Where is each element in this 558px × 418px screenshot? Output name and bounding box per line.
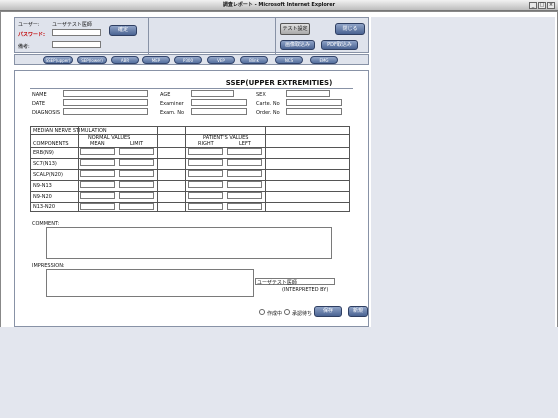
left-input[interactable] xyxy=(227,203,262,210)
impression-textarea[interactable] xyxy=(46,269,254,297)
window-titlebar: 調査レポート - Microsoft Internet Explorer _ □… xyxy=(0,0,558,11)
bottom-background xyxy=(0,327,558,418)
pdf-import-button[interactable]: PDF取込み xyxy=(321,40,358,50)
left-input[interactable] xyxy=(227,181,262,188)
carte-label: Carte. No xyxy=(256,101,280,107)
mean-input[interactable] xyxy=(80,203,115,210)
maximize-icon[interactable]: □ xyxy=(538,2,546,9)
tab-sep-lower[interactable]: SEP(lower) xyxy=(77,56,107,64)
close-button[interactable]: 閉じる xyxy=(335,23,365,35)
header-panel: ユーザー: ユーザテスト医師 パスワード: 備考: 確定 テスト設定 閉じる 画… xyxy=(14,17,369,54)
remark-input[interactable] xyxy=(52,41,101,48)
password-input[interactable] xyxy=(52,29,101,36)
remark-label: 備考: xyxy=(18,44,30,50)
tab-emg[interactable]: EMG xyxy=(310,56,338,64)
table-col-rule xyxy=(157,127,158,211)
limit-input[interactable] xyxy=(119,192,154,199)
header-divider xyxy=(275,18,276,54)
status-in-progress-radio[interactable] xyxy=(259,309,265,315)
mean-input[interactable] xyxy=(80,192,115,199)
left-input[interactable] xyxy=(227,192,262,199)
sex-input[interactable] xyxy=(286,90,330,97)
tab-abr[interactable]: ABR xyxy=(111,56,139,64)
new-button[interactable]: 新規 xyxy=(348,306,368,317)
tab-vep[interactable]: VEP xyxy=(207,56,235,64)
age-label: AGE xyxy=(160,92,171,98)
tab-ncs[interactable]: NCS xyxy=(275,56,303,64)
title-underline xyxy=(30,88,353,89)
test-setting-button[interactable]: テスト設定 xyxy=(280,23,310,35)
row-label: N13-N20 xyxy=(33,204,56,210)
mean-input[interactable] xyxy=(80,148,115,155)
image-import-button[interactable]: 画像取込み xyxy=(280,40,315,50)
right-input[interactable] xyxy=(188,170,223,177)
table-col-rule xyxy=(265,127,266,211)
exam-label: Exam. No xyxy=(160,110,185,116)
limit-input[interactable] xyxy=(119,170,154,177)
confirm-button[interactable]: 確定 xyxy=(109,25,137,36)
save-button[interactable]: 保存 xyxy=(314,306,342,317)
minimize-icon[interactable]: _ xyxy=(529,2,537,9)
mean-input[interactable] xyxy=(80,170,115,177)
tab-ssep-upper[interactable]: SSEP(upper) xyxy=(43,56,73,64)
sex-label: SEX xyxy=(256,92,266,98)
order-input[interactable] xyxy=(286,108,342,115)
mean-input[interactable] xyxy=(80,181,115,188)
name-input[interactable] xyxy=(63,90,148,97)
date-label: DATE xyxy=(32,101,46,107)
examiner-input[interactable] xyxy=(191,99,247,106)
status-approved-radio[interactable] xyxy=(284,309,290,315)
date-input[interactable] xyxy=(63,99,148,106)
right-input[interactable] xyxy=(188,159,223,166)
left-input[interactable] xyxy=(227,159,262,166)
carte-input[interactable] xyxy=(286,99,342,106)
exam-type-tabs: SSEP(upper) SEP(lower) ABR MEP P300 VEP … xyxy=(14,54,369,65)
header-divider xyxy=(148,18,149,54)
diagnosis-input[interactable] xyxy=(63,108,148,115)
tab-p300[interactable]: P300 xyxy=(174,56,202,64)
right-input[interactable] xyxy=(188,148,223,155)
report-title: SSEP(UPPER EXTREMITIES) xyxy=(225,79,333,87)
stimulation-table: MEDIAN NERVE STIMULATION NORMAL VALUES P… xyxy=(30,126,350,212)
window-controls: _ □ × xyxy=(529,2,555,9)
age-input[interactable] xyxy=(191,90,234,97)
right-input[interactable] xyxy=(188,203,223,210)
limit-input[interactable] xyxy=(119,203,154,210)
mean-input[interactable] xyxy=(80,159,115,166)
password-label: パスワード: xyxy=(18,32,46,38)
exam-input[interactable] xyxy=(191,108,247,115)
status-in-progress-label: 作成中 xyxy=(267,311,283,317)
interpreted-by-label: (INTERPRETED BY) xyxy=(282,287,329,293)
right-input[interactable] xyxy=(188,181,223,188)
comment-textarea[interactable] xyxy=(46,227,332,259)
left-input[interactable] xyxy=(227,170,262,177)
table-col-rule xyxy=(78,127,79,211)
row-label: SCALP(N20) xyxy=(33,172,63,178)
close-icon[interactable]: × xyxy=(547,2,555,9)
user-value: ユーザテスト医師 xyxy=(52,22,92,28)
name-label: NAME xyxy=(32,92,47,98)
row-label: N9-N13 xyxy=(33,183,52,189)
diagnosis-label: DIAGNOSIS xyxy=(32,110,61,116)
right-input[interactable] xyxy=(188,192,223,199)
interpreted-by-value: ユーザテスト医師 xyxy=(257,280,297,286)
window-title: 調査レポート - Microsoft Internet Explorer xyxy=(222,2,336,8)
left-input[interactable] xyxy=(227,148,262,155)
tab-blink[interactable]: Blink xyxy=(240,56,268,64)
tab-mep[interactable]: MEP xyxy=(142,56,170,64)
limit-input[interactable] xyxy=(119,181,154,188)
row-label: N9-N20 xyxy=(33,194,52,200)
row-label: SC7(N13) xyxy=(33,161,57,167)
limit-input[interactable] xyxy=(119,159,154,166)
table-col-rule xyxy=(185,127,186,211)
user-label: ユーザー: xyxy=(18,22,40,28)
order-label: Order. No xyxy=(256,110,280,116)
status-approved-label: 承認待ち xyxy=(292,311,313,317)
side-background xyxy=(371,17,555,337)
row-label: ERB(N9) xyxy=(33,150,54,156)
limit-input[interactable] xyxy=(119,148,154,155)
examiner-label: Examiner xyxy=(160,101,184,107)
